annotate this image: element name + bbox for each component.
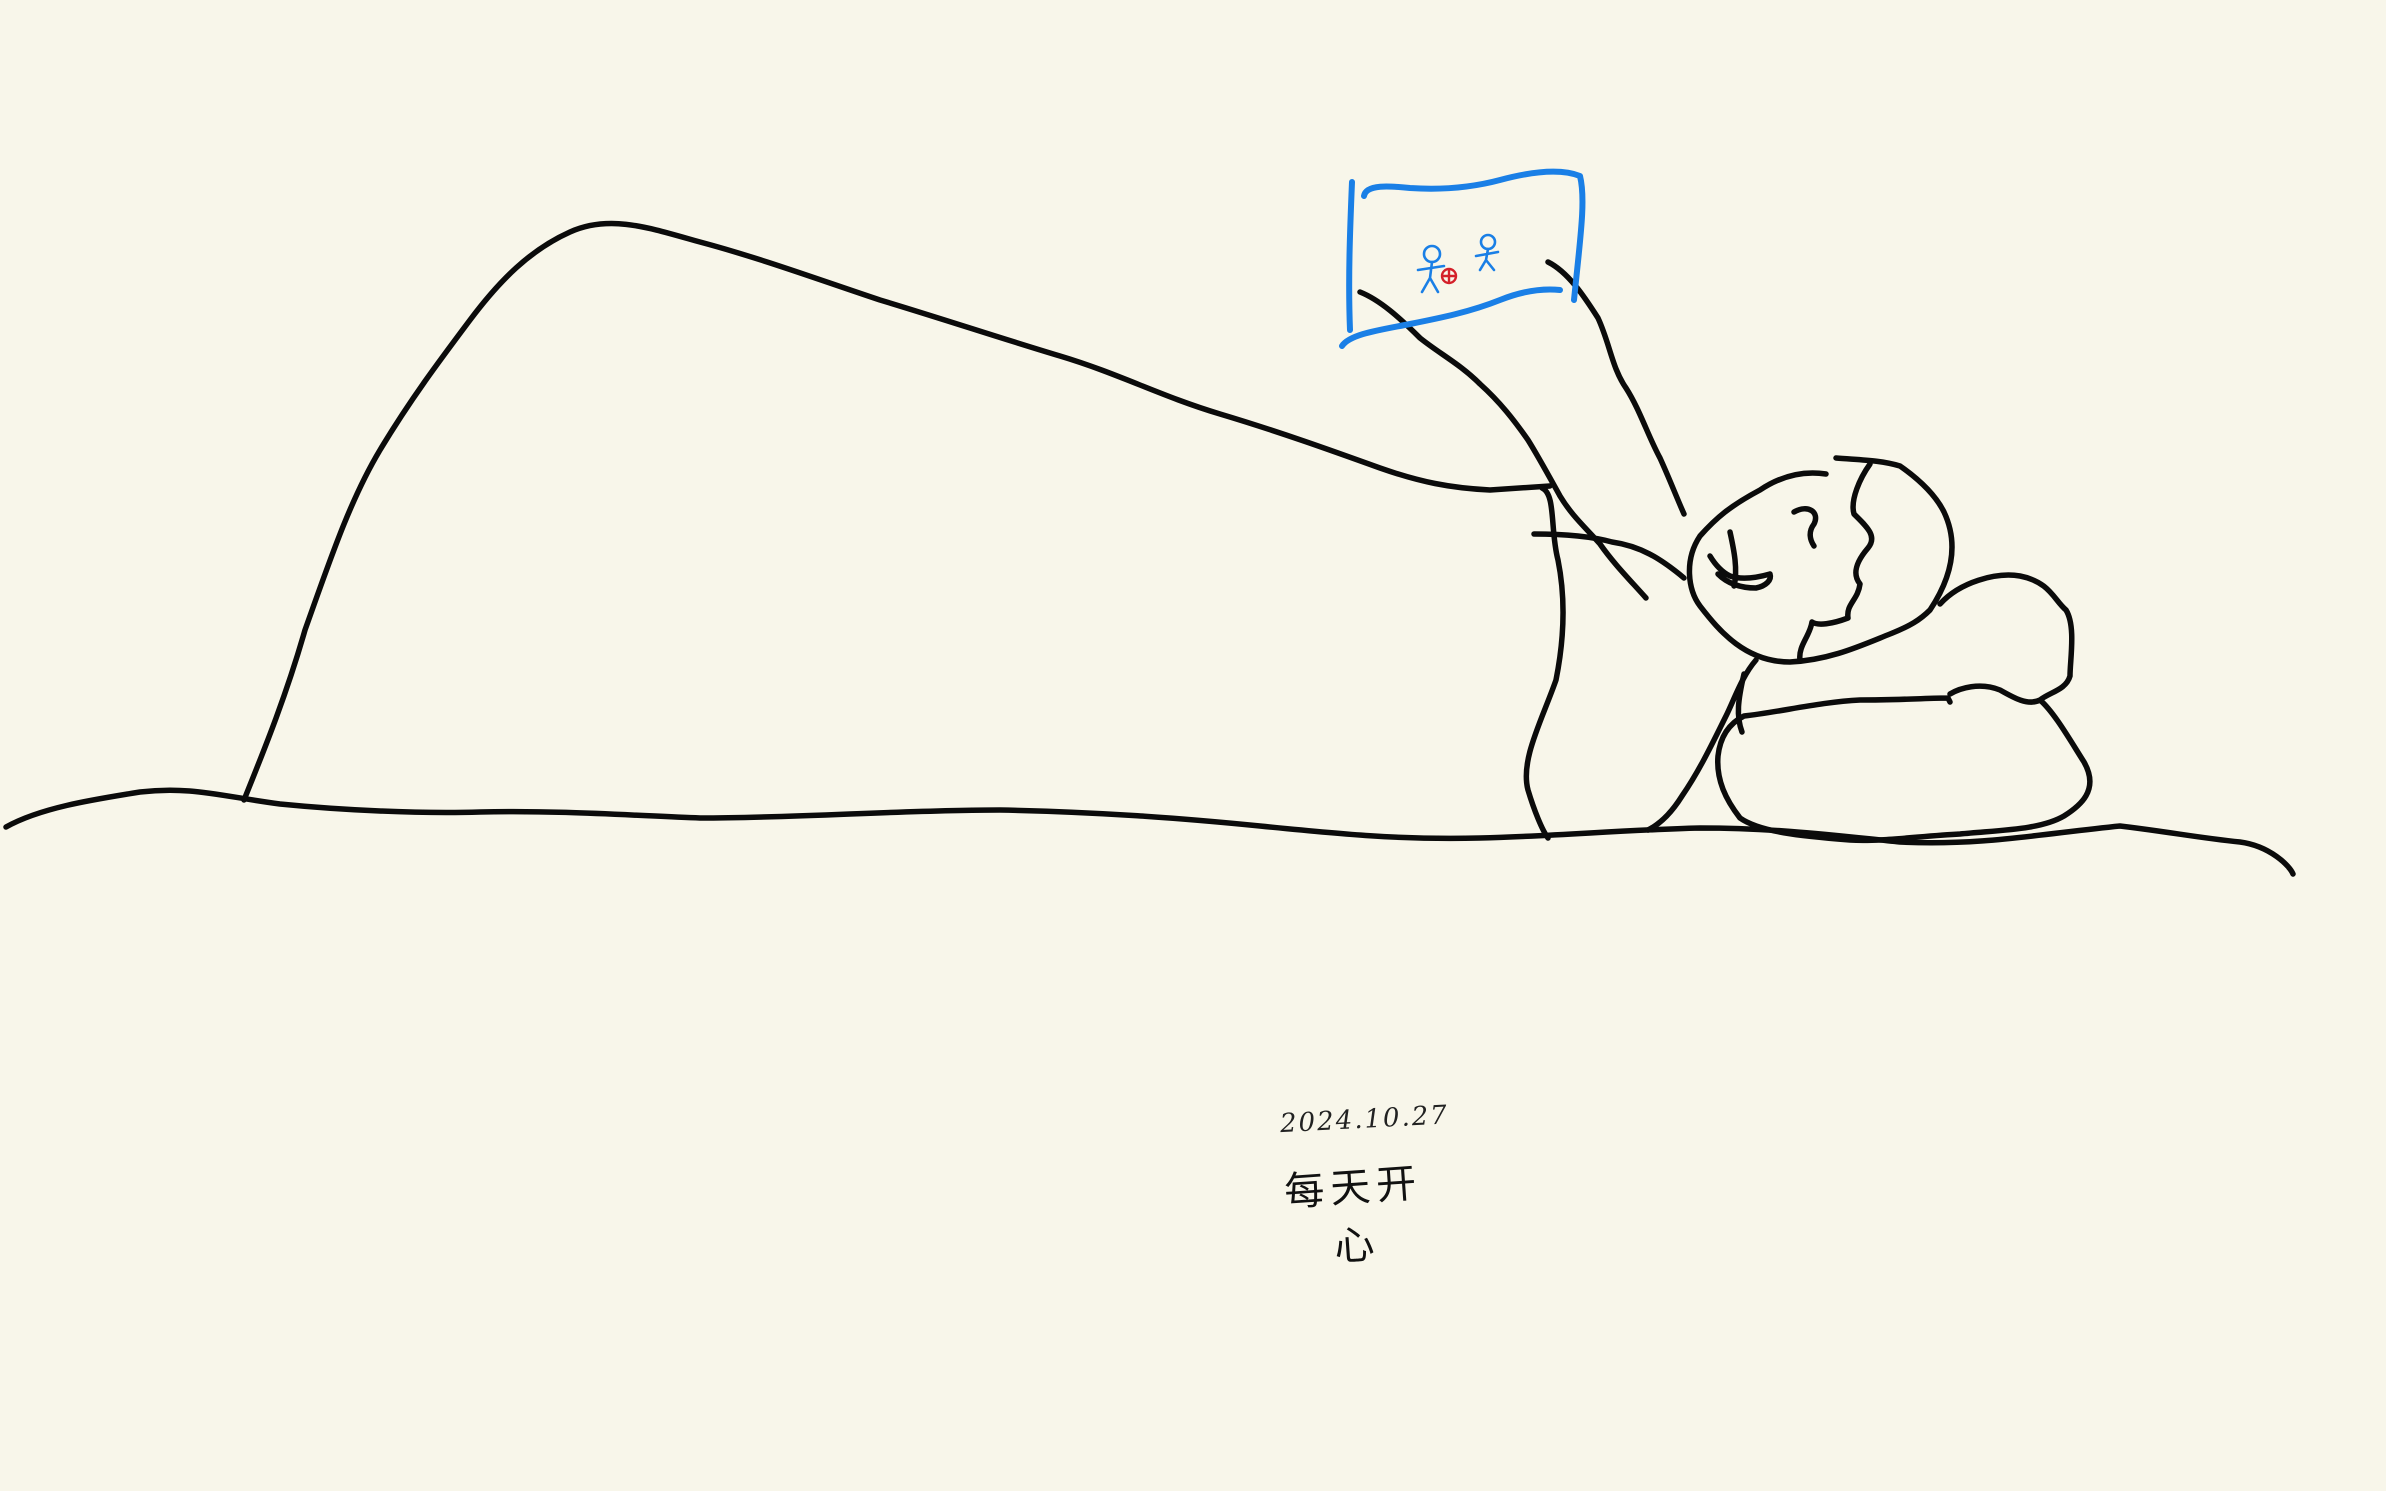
handwritten-note: 每天开心 [1282, 1160, 1424, 1271]
ear [1791, 506, 1819, 549]
pillow [1715, 572, 2093, 844]
blanket-edge [1523, 485, 1566, 841]
face-eye-mouth [1707, 529, 1774, 591]
forearm [1545, 259, 1687, 517]
line-drawing [3, 168, 2296, 877]
head [1686, 455, 1955, 665]
tablet-frame [1339, 168, 1586, 349]
drawing-canvas: 2024.10.27 每天开心 [0, 0, 2386, 1491]
hair-line [1797, 461, 1875, 663]
blanket-mound [241, 220, 1553, 803]
tablet-figures [1416, 233, 1500, 294]
